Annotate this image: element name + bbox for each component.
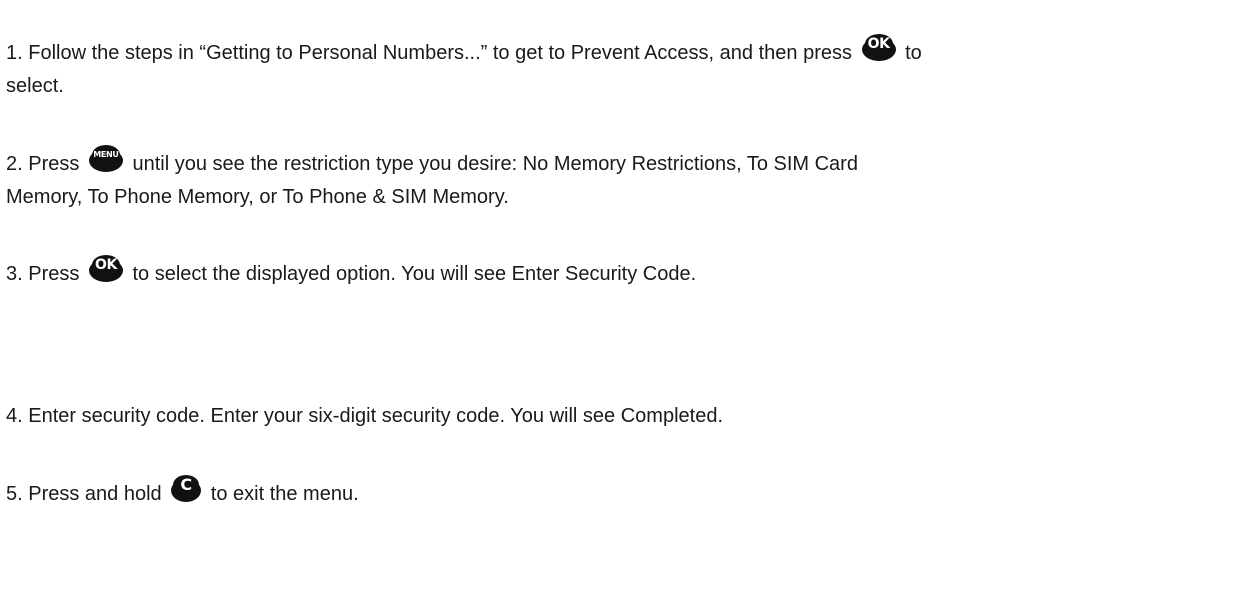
step-3-text: 3. Press [6, 263, 80, 285]
step-4-line: 4. Enter security code. Enter your six-d… [6, 405, 724, 427]
ok-button-icon: OK [861, 34, 896, 61]
menu-icon-label: MENU [91, 145, 120, 165]
menu-button-icon: MENU [88, 145, 123, 172]
step-2-text-after-icon: until you see the restriction type you d… [132, 153, 858, 175]
step-2-line-1: 2. Press MENU until you see the restrict… [6, 145, 858, 176]
ok-icon-label: OK [91, 255, 120, 275]
step-5-text: 5. Press and hold [6, 483, 162, 505]
step-2-line-2: Memory, To Phone Memory, or To Phone & S… [6, 186, 509, 208]
step-1-text: 1. Follow the steps in “Getting to Perso… [6, 42, 852, 64]
step-1-text-after-icon: to [905, 42, 922, 64]
step-1-line-1: 1. Follow the steps in “Getting to Perso… [6, 34, 922, 65]
step-3-text-after-icon: to select the displayed option. You will… [132, 263, 697, 285]
instructions-page: 1. Follow the steps in “Getting to Perso… [0, 0, 1252, 609]
step-1-line-2: select. [6, 75, 64, 97]
step-5-text-after-icon: to exit the menu. [210, 483, 359, 505]
step-5-line: 5. Press and hold C to exit the menu. [6, 475, 359, 506]
step-2-text: 2. Press [6, 153, 80, 175]
step-3-line: 3. Press OK to select the displayed opti… [6, 255, 696, 286]
ok-button-icon: OK [88, 255, 123, 282]
clear-button-icon: C [171, 475, 202, 502]
ok-icon-label: OK [864, 34, 893, 54]
